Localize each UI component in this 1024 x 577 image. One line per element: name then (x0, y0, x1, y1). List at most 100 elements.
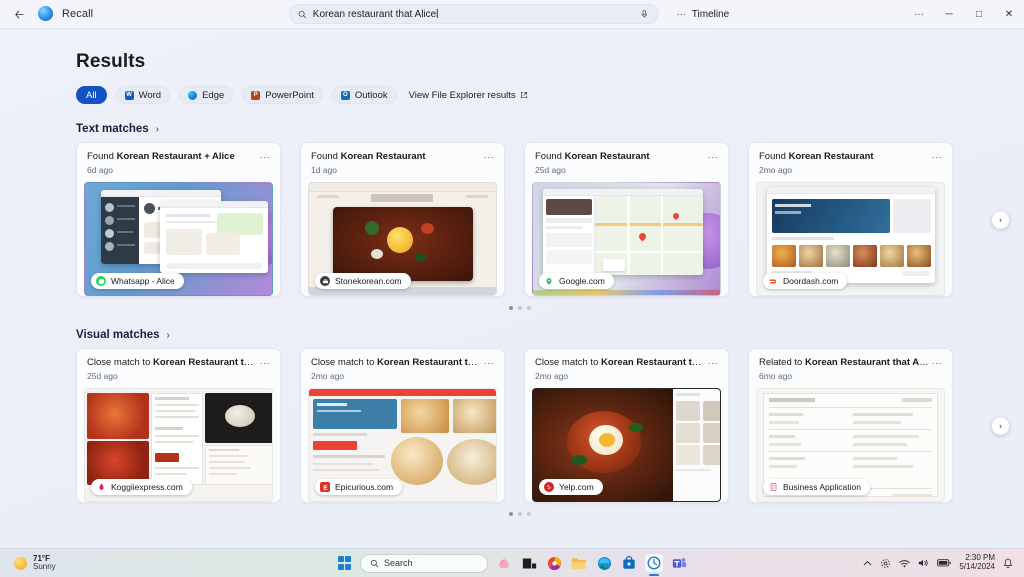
card-header: Close match to Korean Restaurant that Al… (532, 356, 721, 381)
windows-start-icon[interactable] (336, 555, 353, 572)
pager-dot[interactable] (509, 512, 513, 516)
card-more-button[interactable]: ··· (258, 151, 272, 163)
taskbar-apps: Search (336, 553, 688, 573)
card-title-prefix: Close match to (535, 357, 601, 368)
whatsapp-icon (96, 276, 106, 286)
battery-icon[interactable] (937, 559, 952, 567)
card-more-button[interactable]: ··· (482, 357, 496, 369)
taskbar-clock[interactable]: 2:30 PM 5/14/2024 (959, 553, 995, 572)
card-header: Found Korean Restaurant 25d ago ··· (532, 150, 721, 175)
section-header-text-matches[interactable]: Text matches › (76, 123, 159, 135)
card-thumbnail: Koggiiexpress.com (84, 388, 273, 502)
card-more-button[interactable]: ··· (258, 357, 272, 369)
card-more-button[interactable]: ··· (930, 357, 944, 369)
powerpoint-icon: P (251, 90, 261, 100)
search-icon (370, 559, 379, 567)
card-more-button[interactable]: ··· (482, 151, 496, 163)
pager-dot[interactable] (527, 512, 531, 516)
card-title-prefix: Found (87, 151, 117, 162)
result-card[interactable]: Found Korean Restaurant 1d ago ··· Stone… (300, 142, 505, 297)
timeline-button[interactable]: ⋯ Timeline (671, 6, 735, 23)
card-header: Found Korean Restaurant 1d ago ··· (308, 150, 497, 175)
window-more-button[interactable]: ··· (904, 0, 934, 29)
edge-icon (188, 90, 198, 100)
card-timestamp: 2mo ago (311, 371, 345, 381)
outlook-icon: O (340, 90, 350, 100)
result-card[interactable]: Found Korean Restaurant 25d ago ··· Goog… (524, 142, 729, 297)
result-card[interactable]: Found Korean Restaurant 2mo ago ··· Door… (748, 142, 953, 297)
result-card[interactable]: Found Korean Restaurant + Alice 6d ago ·… (76, 142, 281, 297)
pager-dot[interactable] (518, 512, 522, 516)
file-explorer-icon[interactable] (570, 554, 588, 572)
card-title: Found Korean Restaurant (759, 151, 930, 162)
card-title-highlight: Korean Restaurant + Alice (116, 151, 235, 162)
card-more-button[interactable]: ··· (930, 151, 944, 163)
result-card[interactable]: Close match to Korean Restaurant that Al… (76, 348, 281, 503)
wifi-icon[interactable] (899, 559, 911, 568)
card-timestamp: 25d ago (535, 165, 566, 175)
card-title-highlight: Korean Restaurant that Alice (804, 357, 930, 368)
card-title-prefix: Close match to (311, 357, 377, 368)
teams-icon[interactable] (670, 554, 688, 572)
section-header-visual-matches[interactable]: Visual matches › (76, 329, 170, 341)
pager-dot[interactable] (518, 306, 522, 310)
chevron-up-icon[interactable] (863, 560, 872, 567)
page-title: Results (76, 51, 146, 72)
volume-icon[interactable] (918, 558, 929, 568)
filter-chip-label: PowerPoint (265, 89, 314, 101)
settings-icon[interactable] (880, 558, 891, 569)
microsoft-store-icon[interactable] (620, 554, 638, 572)
word-icon: W (124, 90, 134, 100)
result-card[interactable]: Close match to Korean Restaurant that Al… (524, 348, 729, 503)
card-title-prefix: Found (535, 151, 565, 162)
filter-chip-outlook[interactable]: O Outlook (331, 86, 397, 104)
minimize-button[interactable]: ─ (934, 0, 964, 29)
app-title: Recall (62, 8, 94, 20)
pager-dot[interactable] (509, 306, 513, 310)
weather-widget[interactable]: 71°F Sunny (0, 554, 56, 572)
filter-chip-word[interactable]: W Word (115, 86, 171, 104)
taskbar-search-input[interactable]: Search (360, 553, 488, 573)
back-button[interactable] (8, 3, 30, 25)
view-file-explorer-results-link[interactable]: View File Explorer results (409, 90, 528, 101)
card-thumbnail: Doordash.com (756, 182, 945, 296)
maximize-button[interactable]: □ (964, 0, 994, 29)
pager-dot[interactable] (527, 306, 531, 310)
result-card[interactable]: Related to Korean Restaurant that Alice … (748, 348, 953, 503)
card-timestamp: 25d ago (87, 371, 118, 381)
copilot-icon[interactable] (495, 554, 513, 572)
card-titles: Close match to Korean Restaurant that Al… (311, 357, 482, 381)
title-bar-left: Recall (0, 3, 93, 25)
edge-icon[interactable] (595, 554, 613, 572)
card-thumbnail: Whatsapp - Alice (84, 182, 273, 296)
photos-icon[interactable] (545, 554, 563, 572)
card-titles: Found Korean Restaurant 1d ago (311, 151, 482, 175)
search-input[interactable]: Korean restaurant that Alice (288, 4, 659, 24)
task-view-icon[interactable] (520, 554, 538, 572)
card-title: Close match to Korean Restaurant that Al… (87, 357, 258, 368)
filter-chip-edge[interactable]: Edge (179, 86, 234, 104)
card-source-label: Google.com (559, 276, 605, 286)
map-pin-icon (544, 276, 554, 286)
timeline-dots-icon: ⋯ (676, 8, 687, 19)
card-thumbnail: Stonekorean.com (308, 182, 497, 296)
close-button[interactable]: ✕ (994, 0, 1024, 29)
next-arrow-icon[interactable]: › (991, 210, 1010, 229)
microphone-icon[interactable] (638, 8, 650, 20)
recall-icon[interactable] (645, 554, 663, 572)
card-more-button[interactable]: ··· (706, 151, 720, 163)
card-title-highlight: Korean Restaurant that Alice (377, 357, 482, 368)
visual-matches-pager (76, 512, 964, 516)
card-source-badge: Epicurious.com (315, 479, 403, 495)
card-source-label: Stonekorean.com (335, 276, 402, 286)
filter-chip-powerpoint[interactable]: P PowerPoint (242, 86, 323, 104)
result-card[interactable]: Close match to Korean Restaurant that Al… (300, 348, 505, 503)
card-title: Close match to Korean Restaurant that Al… (311, 357, 482, 368)
card-thumbnail: Business Application (756, 388, 945, 502)
card-more-button[interactable]: ··· (706, 357, 720, 369)
next-arrow-icon[interactable]: › (991, 416, 1010, 435)
bell-icon[interactable] (1003, 558, 1013, 569)
filter-chips: All W Word Edge P PowerPoint O Outlook V… (76, 86, 964, 104)
card-timestamp: 1d ago (311, 165, 337, 175)
filter-chip-all[interactable]: All (76, 86, 107, 104)
